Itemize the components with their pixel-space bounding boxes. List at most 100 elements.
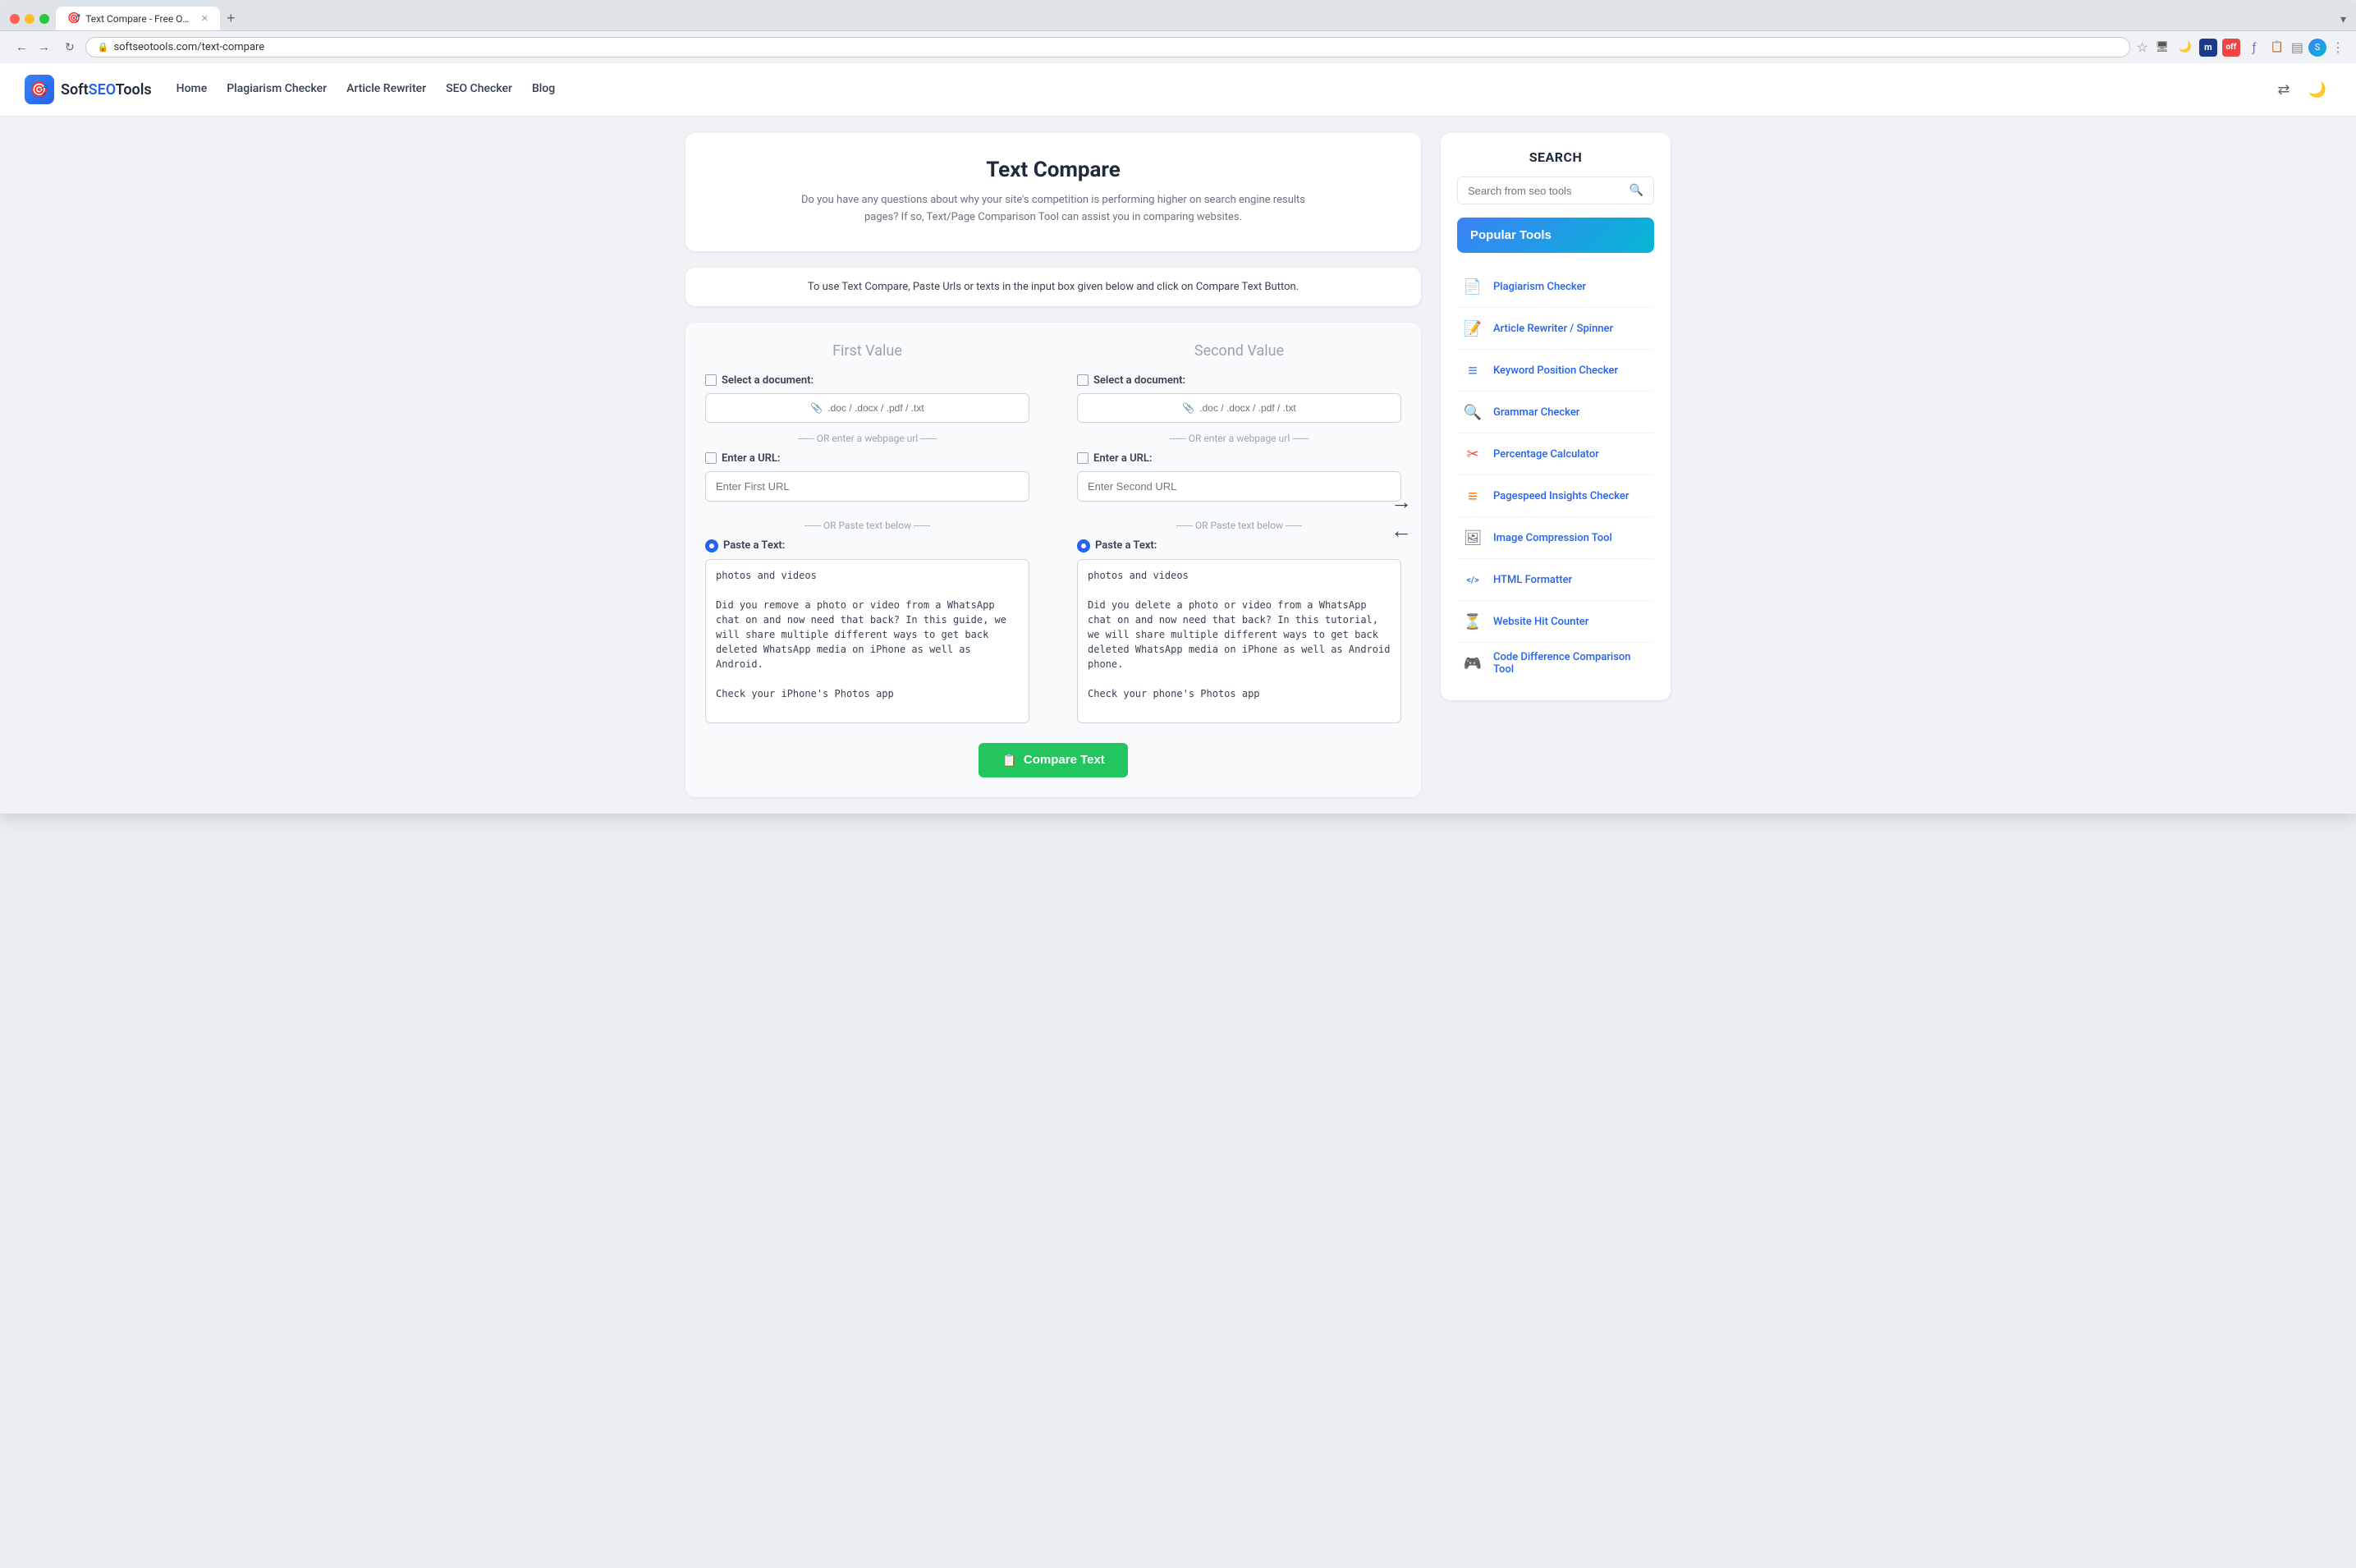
paste-radio-1[interactable] <box>705 539 718 552</box>
sidebar-tool-website-hit[interactable]: ⏳ Website Hit Counter <box>1457 601 1654 643</box>
nav-plagiarism[interactable]: Plagiarism Checker <box>227 67 327 112</box>
keyword-position-icon: ≡ <box>1460 358 1485 383</box>
sidebar-tool-grammar[interactable]: 🔍 Grammar Checker <box>1457 392 1654 433</box>
extension-icon-2: 🌙 <box>2176 39 2194 57</box>
grammar-link-text: Grammar Checker <box>1493 406 1579 419</box>
extension-icon-5: 📋 <box>2268 39 2286 57</box>
paperclip-icon-2: 📎 <box>1182 402 1194 414</box>
search-section-title: SEARCH <box>1457 149 1654 165</box>
tool-title: Text Compare <box>710 158 1396 182</box>
file-upload-button-2[interactable]: 📎 .doc / .docx / .pdf / .txt <box>1077 393 1401 423</box>
dark-mode-button[interactable]: 🌙 <box>2303 76 2331 103</box>
extension-icon-3: m <box>2199 39 2217 57</box>
menu-button[interactable]: ⋮ <box>2331 39 2345 56</box>
paste-label-2: Paste a Text: <box>1095 539 1157 552</box>
extension-icon-1: 🖥 <box>2153 39 2171 57</box>
address-text[interactable]: softseotools.com/text-compare <box>113 41 264 53</box>
website-hit-link-text: Website Hit Counter <box>1493 616 1588 628</box>
rtl-button[interactable]: ⇄ <box>2272 76 2294 103</box>
nav-home[interactable]: Home <box>176 67 208 112</box>
new-tab-button[interactable]: + <box>220 7 242 30</box>
percentage-link-text: Percentage Calculator <box>1493 448 1599 461</box>
refresh-button[interactable]: ↻ <box>61 39 79 56</box>
sidebar-tool-html-formatter[interactable]: </> HTML Formatter <box>1457 559 1654 601</box>
nav-blog[interactable]: Blog <box>532 67 555 112</box>
sidebar-toggle[interactable]: ▤ <box>2291 39 2303 56</box>
article-rewriter-icon: 📝 <box>1460 316 1485 341</box>
website-hit-icon: ⏳ <box>1460 609 1485 634</box>
html-formatter-icon: </> <box>1460 567 1485 592</box>
traffic-light-minimize[interactable] <box>25 14 34 24</box>
or-paste-separator-1: ------ OR Paste text below ------ <box>705 520 1029 531</box>
tab-close-icon[interactable]: ✕ <box>201 13 209 24</box>
browser-tab[interactable]: 🎯 Text Compare - Free Online T... ✕ <box>56 7 220 30</box>
select-doc-label-2: Select a document: <box>1093 374 1185 387</box>
sidebar-tool-code-diff[interactable]: 🎮 Code Difference Comparison Tool <box>1457 643 1654 684</box>
sidebar-tool-percentage[interactable]: ✂ Percentage Calculator <box>1457 433 1654 475</box>
plagiarism-link-text: Plagiarism Checker <box>1493 281 1586 293</box>
select-doc-checkbox-2[interactable] <box>1077 374 1089 386</box>
bookmark-button[interactable]: ☆ <box>2137 39 2148 56</box>
sidebar-tool-plagiarism[interactable]: 📄 Plagiarism Checker <box>1457 266 1654 308</box>
extension-icon-4: ƒ <box>2245 39 2263 57</box>
arrow-right-icon: → <box>1391 490 1412 516</box>
second-col-title: Second Value <box>1077 342 1401 360</box>
url-checkbox-1[interactable] <box>705 452 717 464</box>
or-url-separator-1: ------ OR enter a webpage url ------ <box>705 433 1029 444</box>
second-value-column: Second Value Select a document: 📎 .doc /… <box>1077 342 1401 727</box>
extension-icon-off: off <box>2222 39 2240 57</box>
search-input[interactable] <box>1468 185 1623 197</box>
nav-article-rewriter[interactable]: Article Rewriter <box>346 67 426 112</box>
compare-btn-label: Compare Text <box>1024 753 1105 767</box>
forward-button[interactable]: → <box>34 39 54 56</box>
tool-description: Do you have any questions about why your… <box>799 192 1308 227</box>
second-url-input[interactable] <box>1077 471 1401 502</box>
url-label-1: Enter a URL: <box>722 452 780 465</box>
sidebar-tool-pagespeed[interactable]: ≡ Pagespeed Insights Checker <box>1457 475 1654 517</box>
nav-seo-checker[interactable]: SEO Checker <box>446 67 512 112</box>
sidebar: SEARCH 🔍 Popular Tools 📄 Plagiarism Chec… <box>1441 133 1671 797</box>
secure-icon: 🔒 <box>98 42 109 53</box>
second-textarea[interactable]: photos and videos Did you delete a photo… <box>1077 559 1401 723</box>
sidebar-tool-image-compression[interactable]: 🖼 Image Compression Tool <box>1457 517 1654 559</box>
or-url-separator-2: ------ OR enter a webpage url ------ <box>1077 433 1401 444</box>
image-compression-icon: 🖼 <box>1460 525 1485 550</box>
select-doc-label-1: Select a document: <box>722 374 814 387</box>
back-button[interactable]: ← <box>11 39 32 56</box>
traffic-light-maximize[interactable] <box>39 14 49 24</box>
compare-text-button[interactable]: 📋 Compare Text <box>979 743 1128 777</box>
select-doc-checkbox-1[interactable] <box>705 374 717 386</box>
pagespeed-icon: ≡ <box>1460 484 1485 508</box>
logo[interactable]: 🎯 SoftSEOTools <box>25 63 152 116</box>
sidebar-tool-article-rewriter[interactable]: 📝 Article Rewriter / Spinner <box>1457 308 1654 350</box>
arrow-left-icon: ← <box>1391 519 1412 544</box>
html-formatter-link-text: HTML Formatter <box>1493 574 1572 586</box>
keyword-position-link-text: Keyword Position Checker <box>1493 364 1618 377</box>
traffic-light-close[interactable] <box>10 14 20 24</box>
or-paste-separator-2: ------ OR Paste text below ------ <box>1077 520 1401 531</box>
file-upload-button-1[interactable]: 📎 .doc / .docx / .pdf / .txt <box>705 393 1029 423</box>
logo-text: SoftSEOTools <box>61 81 152 99</box>
search-box[interactable]: 🔍 <box>1457 177 1654 204</box>
file-formats-1: .doc / .docx / .pdf / .txt <box>827 402 924 414</box>
article-rewriter-link-text: Article Rewriter / Spinner <box>1493 323 1613 335</box>
percentage-icon: ✂ <box>1460 442 1485 466</box>
url-checkbox-2[interactable] <box>1077 452 1089 464</box>
paste-radio-2[interactable] <box>1077 539 1090 552</box>
first-textarea[interactable]: photos and videos Did you remove a photo… <box>705 559 1029 723</box>
logo-icon: 🎯 <box>25 75 54 104</box>
plagiarism-icon: 📄 <box>1460 274 1485 299</box>
scroll-down-arrow[interactable]: ▾ <box>2340 12 2346 26</box>
tab-favicon: 🎯 <box>67 12 80 25</box>
first-url-input[interactable] <box>705 471 1029 502</box>
file-formats-2: .doc / .docx / .pdf / .txt <box>1199 402 1295 414</box>
popular-tools-button[interactable]: Popular Tools <box>1457 218 1654 253</box>
pagespeed-link-text: Pagespeed Insights Checker <box>1493 490 1629 502</box>
instruction-bar: To use Text Compare, Paste Urls or texts… <box>685 268 1421 306</box>
tool-header-card: Text Compare Do you have any questions a… <box>685 133 1421 251</box>
image-compression-link-text: Image Compression Tool <box>1493 532 1612 544</box>
code-diff-icon: 🎮 <box>1460 651 1485 676</box>
search-icon: 🔍 <box>1629 184 1643 197</box>
swap-arrows[interactable]: → ← <box>1391 342 1412 544</box>
sidebar-tool-keyword-position[interactable]: ≡ Keyword Position Checker <box>1457 350 1654 392</box>
